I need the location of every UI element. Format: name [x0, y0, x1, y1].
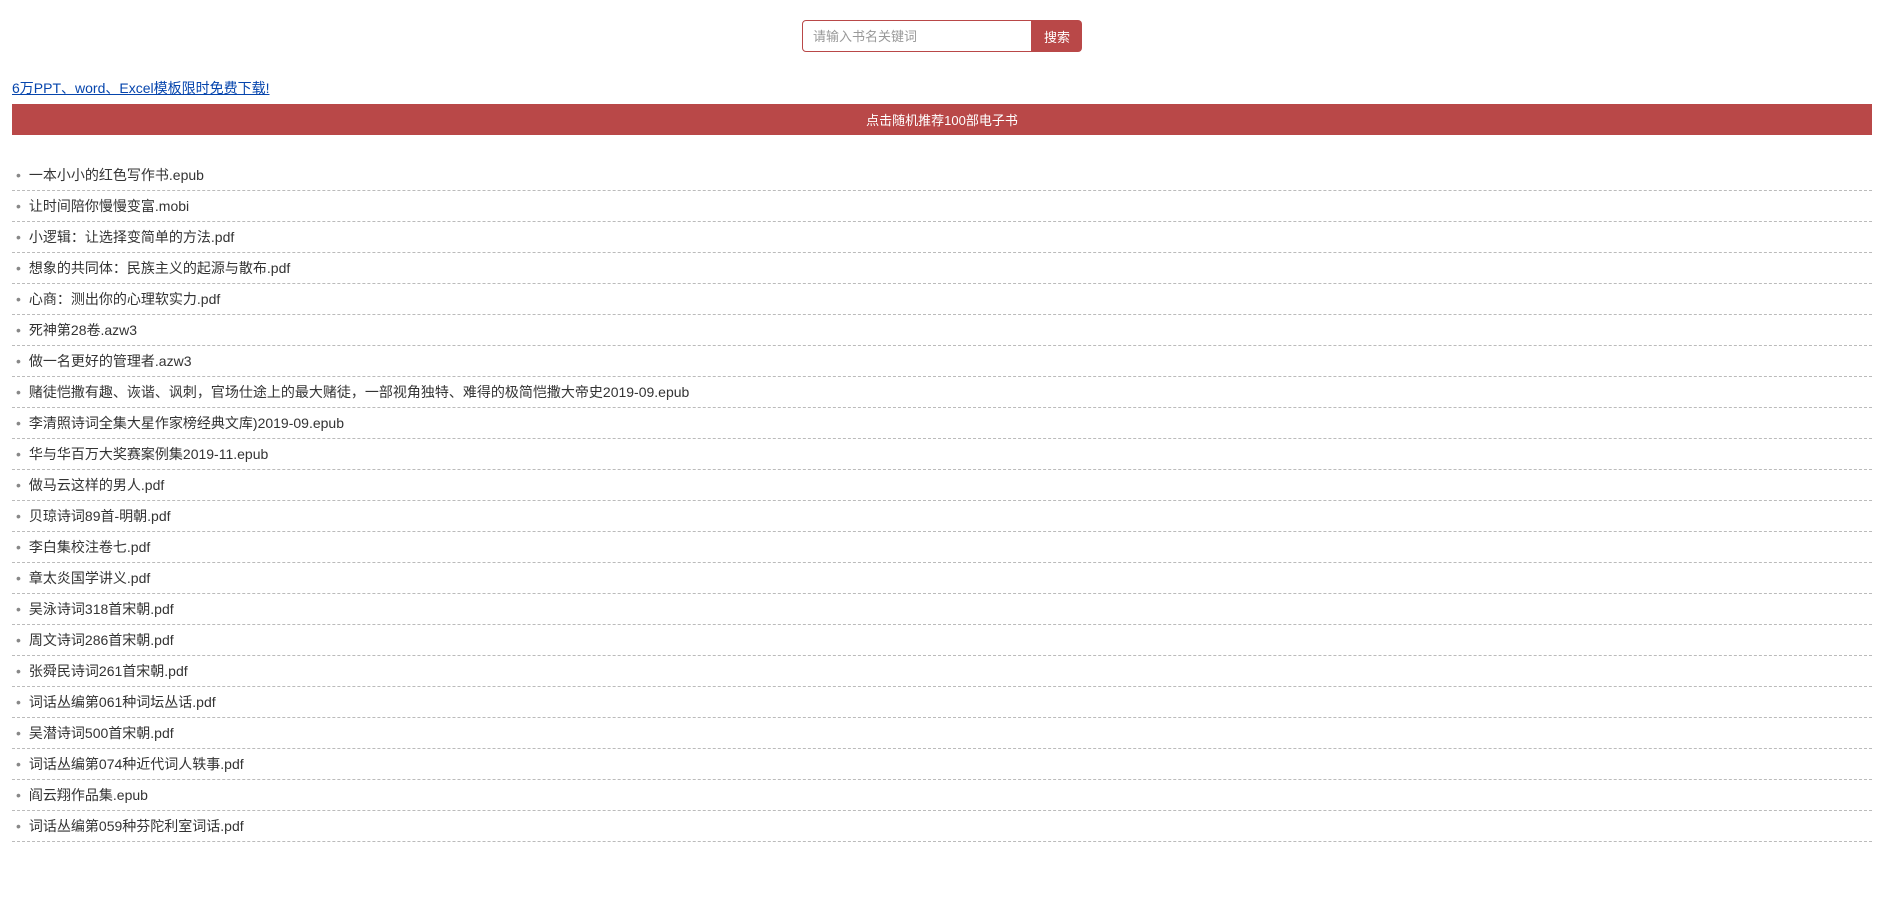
book-list-item[interactable]: 词话丛编第061种词坛丛话.pdf [12, 687, 1872, 718]
book-list-item[interactable]: 周文诗词286首宋朝.pdf [12, 625, 1872, 656]
book-list-item[interactable]: 想象的共同体：民族主义的起源与散布.pdf [12, 253, 1872, 284]
book-list-item[interactable]: 吴潜诗词500首宋朝.pdf [12, 718, 1872, 749]
book-list-item[interactable]: 吴泳诗词318首宋朝.pdf [12, 594, 1872, 625]
book-list-item[interactable]: 李白集校注卷七.pdf [12, 532, 1872, 563]
book-list-item[interactable]: 李清照诗词全集大星作家榜经典文库)2019-09.epub [12, 408, 1872, 439]
book-list-item[interactable]: 死神第28卷.azw3 [12, 315, 1872, 346]
book-list-item[interactable]: 词话丛编第074种近代词人轶事.pdf [12, 749, 1872, 780]
book-list-item[interactable]: 词话丛编第059种芬陀利室词话.pdf [12, 811, 1872, 842]
book-list-item[interactable]: 做马云这样的男人.pdf [12, 470, 1872, 501]
promo-link[interactable]: 6万PPT、word、Excel模板限时免费下载! [0, 72, 1884, 104]
book-list-item[interactable]: 章太炎国学讲义.pdf [12, 563, 1872, 594]
book-list-item[interactable]: 阎云翔作品集.epub [12, 780, 1872, 811]
search-input[interactable] [802, 20, 1032, 52]
search-bar: 搜索 [0, 0, 1884, 72]
book-list-item[interactable]: 一本小小的红色写作书.epub [12, 160, 1872, 191]
book-list-item[interactable]: 赌徒恺撒有趣、诙谐、讽刺，官场仕途上的最大赌徒，一部视角独特、难得的极简恺撒大帝… [12, 377, 1872, 408]
book-list-item[interactable]: 贝琼诗词89首-明朝.pdf [12, 501, 1872, 532]
random-recommend-banner[interactable]: 点击随机推荐100部电子书 [12, 104, 1872, 135]
book-list-item[interactable]: 华与华百万大奖赛案例集2019-11.epub [12, 439, 1872, 470]
search-button[interactable]: 搜索 [1032, 20, 1082, 52]
book-list-item[interactable]: 心商：测出你的心理软实力.pdf [12, 284, 1872, 315]
book-list-item[interactable]: 让时间陪你慢慢变富.mobi [12, 191, 1872, 222]
book-list-item[interactable]: 张舜民诗词261首宋朝.pdf [12, 656, 1872, 687]
book-list: 一本小小的红色写作书.epub让时间陪你慢慢变富.mobi小逻辑：让选择变简单的… [12, 160, 1872, 842]
book-list-item[interactable]: 小逻辑：让选择变简单的方法.pdf [12, 222, 1872, 253]
search-wrapper: 搜索 [802, 20, 1082, 52]
book-list-item[interactable]: 做一名更好的管理者.azw3 [12, 346, 1872, 377]
